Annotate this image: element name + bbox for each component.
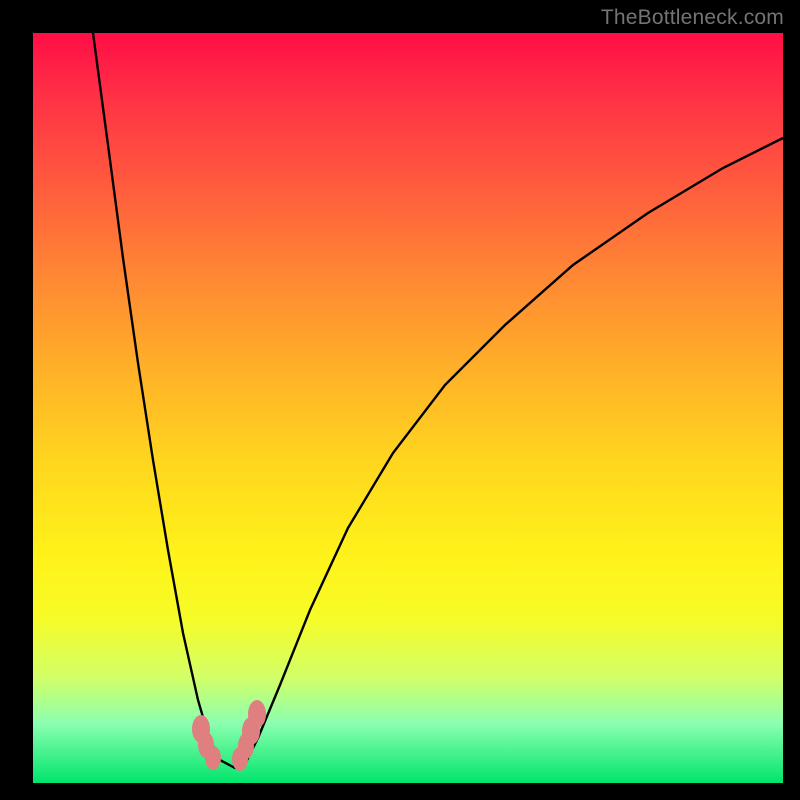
optimum-markers	[192, 700, 266, 771]
attribution-label: TheBottleneck.com	[601, 6, 784, 30]
marker-dot	[205, 746, 221, 770]
chart-container: TheBottleneck.com	[0, 0, 800, 800]
marker-dot	[248, 700, 266, 728]
bottleneck-curve	[93, 33, 783, 768]
plot-area	[33, 33, 783, 783]
curve-layer	[33, 33, 783, 783]
